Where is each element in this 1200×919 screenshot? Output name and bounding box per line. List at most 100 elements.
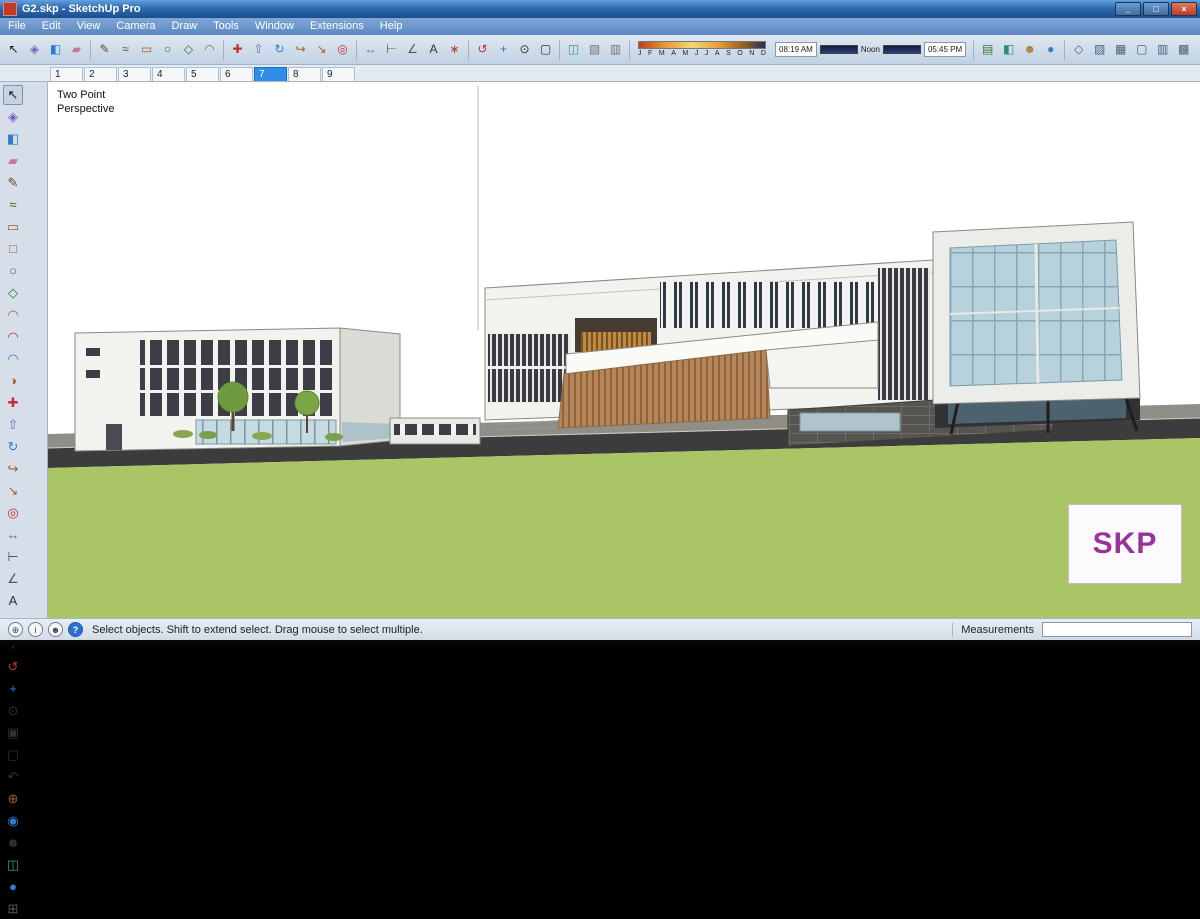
- zoom-tool-icon[interactable]: ⊙: [3, 701, 23, 721]
- scene-tab-7[interactable]: 7: [254, 67, 287, 81]
- eraser-icon[interactable]: ▰: [3, 151, 23, 171]
- select-tool-icon[interactable]: ↖: [4, 40, 23, 59]
- line-tool-icon[interactable]: ✎: [3, 173, 23, 193]
- select-tool-icon[interactable]: ↖: [3, 85, 23, 105]
- geolocation-tool-icon[interactable]: ●: [3, 877, 23, 897]
- dimension-tool-icon[interactable]: ⊢: [382, 40, 401, 59]
- rectangle-tool-icon[interactable]: ▭: [3, 217, 23, 237]
- polygon-tool-icon[interactable]: ◇: [3, 283, 23, 303]
- components-icon[interactable]: ▤: [978, 40, 997, 59]
- circle-tool-icon[interactable]: ○: [158, 40, 177, 59]
- scene-tab-8[interactable]: 8: [288, 67, 321, 81]
- scale-tool-icon[interactable]: ↘: [312, 40, 331, 59]
- maximize-button[interactable]: □: [1143, 2, 1169, 16]
- rotate-tool-icon[interactable]: ↻: [3, 437, 23, 457]
- protractor-tool-icon[interactable]: ∠: [403, 40, 422, 59]
- follow-me-tool-icon[interactable]: ↪: [3, 459, 23, 479]
- pan-tool-icon[interactable]: +: [3, 679, 23, 699]
- shaded-textures-style-icon[interactable]: ▩: [1174, 40, 1193, 59]
- info-icon[interactable]: i: [28, 622, 43, 637]
- viewport[interactable]: Two Point Perspective SKP: [48, 82, 1200, 618]
- menu-file[interactable]: File: [0, 18, 34, 35]
- shadow-date-widget[interactable]: JFMAMJJASOND: [638, 41, 766, 58]
- eraser-icon[interactable]: ▰: [67, 40, 86, 59]
- circle-tool-icon[interactable]: ○: [3, 261, 23, 281]
- follow-me-tool-icon[interactable]: ↪: [291, 40, 310, 59]
- model-canvas[interactable]: [48, 82, 1200, 618]
- dimension-tool-icon[interactable]: ⊢: [3, 547, 23, 567]
- scene-tab-2[interactable]: 2: [84, 67, 117, 81]
- shadow-settings-icon[interactable]: ▧: [585, 40, 604, 59]
- zoom-window-icon[interactable]: ▣: [3, 723, 23, 743]
- scale-tool-icon[interactable]: ↘: [3, 481, 23, 501]
- freehand-tool-icon[interactable]: ≈: [3, 195, 23, 215]
- move-tool-icon[interactable]: ✚: [228, 40, 247, 59]
- shadow-date-slider[interactable]: [638, 41, 766, 49]
- orbit-tool-icon[interactable]: ↺: [473, 40, 492, 59]
- measurements-input[interactable]: [1042, 622, 1192, 637]
- zoom-previous-icon[interactable]: ↶: [3, 767, 23, 787]
- look-around-icon[interactable]: ◉: [3, 811, 23, 831]
- x-ray-style-icon[interactable]: ◇: [1069, 40, 1088, 59]
- scene-tab-3[interactable]: 3: [118, 67, 151, 81]
- line-tool-icon[interactable]: ✎: [95, 40, 114, 59]
- menu-extensions[interactable]: Extensions: [302, 18, 372, 35]
- push-pull-tool-icon[interactable]: ⇧: [3, 415, 23, 435]
- materials-icon[interactable]: ◧: [999, 40, 1018, 59]
- shaded-style-icon[interactable]: ▥: [1153, 40, 1172, 59]
- axes-tool-icon[interactable]: ∗: [445, 40, 464, 59]
- menu-tools[interactable]: Tools: [205, 18, 247, 35]
- user-icon[interactable]: ☻: [48, 622, 63, 637]
- tape-measure-icon[interactable]: ↔: [3, 525, 23, 545]
- scene-tab-4[interactable]: 4: [152, 67, 185, 81]
- polygon-tool-icon[interactable]: ◇: [179, 40, 198, 59]
- three-point-arc-icon[interactable]: ◠: [3, 349, 23, 369]
- shadow-toggle-icon[interactable]: ▥: [606, 40, 625, 59]
- protractor-tool-icon[interactable]: ∠: [3, 569, 23, 589]
- menu-window[interactable]: Window: [247, 18, 302, 35]
- menu-edit[interactable]: Edit: [34, 18, 69, 35]
- text-tool-icon[interactable]: A: [424, 40, 443, 59]
- freehand-tool-icon[interactable]: ≈: [116, 40, 135, 59]
- monochrome-style-icon[interactable]: ▧: [1195, 40, 1200, 59]
- walk-tool-icon[interactable]: ☻: [3, 833, 23, 853]
- geolocation-icon[interactable]: ●: [1041, 40, 1060, 59]
- push-pull-tool-icon[interactable]: ⇧: [249, 40, 268, 59]
- zoom-extents-icon[interactable]: ▢: [536, 40, 555, 59]
- scene-tab-1[interactable]: 1: [50, 67, 83, 81]
- orbit-tool-icon[interactable]: ↺: [3, 657, 23, 677]
- zoom-extents-icon[interactable]: ▢: [3, 745, 23, 765]
- zoom-tool-icon[interactable]: ⊙: [515, 40, 534, 59]
- rotate-tool-icon[interactable]: ↻: [270, 40, 289, 59]
- minimize-button[interactable]: _: [1115, 2, 1141, 16]
- scene-tab-5[interactable]: 5: [186, 67, 219, 81]
- offset-tool-icon[interactable]: ◎: [3, 503, 23, 523]
- tape-measure-icon[interactable]: ↔: [361, 40, 380, 59]
- outliner-icon[interactable]: ☻: [1020, 40, 1039, 59]
- menu-help[interactable]: Help: [372, 18, 411, 35]
- close-button[interactable]: ×: [1171, 2, 1197, 16]
- make-component-icon[interactable]: ◈: [25, 40, 44, 59]
- geolocation-status-icon[interactable]: ⊕: [8, 622, 23, 637]
- shadow-time-slider-left[interactable]: [819, 45, 858, 54]
- move-tool-icon[interactable]: ✚: [3, 393, 23, 413]
- section-plane-icon[interactable]: ◫: [564, 40, 583, 59]
- scene-tab-6[interactable]: 6: [220, 67, 253, 81]
- hidden-line-style-icon[interactable]: ▢: [1132, 40, 1151, 59]
- pie-tool-icon[interactable]: ◑: [3, 371, 23, 391]
- scene-tab-9[interactable]: 9: [322, 67, 355, 81]
- shadow-time-slider-right[interactable]: [882, 45, 921, 54]
- pan-tool-icon[interactable]: +: [494, 40, 513, 59]
- help-icon[interactable]: ?: [68, 622, 83, 637]
- arc-tool-icon[interactable]: ◠: [200, 40, 219, 59]
- paint-bucket-icon[interactable]: ◧: [46, 40, 65, 59]
- back-edges-style-icon[interactable]: ▨: [1090, 40, 1109, 59]
- paint-bucket-icon[interactable]: ◧: [3, 129, 23, 149]
- wireframe-style-icon[interactable]: ▦: [1111, 40, 1130, 59]
- menu-view[interactable]: View: [69, 18, 109, 35]
- rectangle-tool-icon[interactable]: ▭: [137, 40, 156, 59]
- text-tool-icon[interactable]: A: [3, 591, 23, 611]
- two-point-arc-icon[interactable]: ◠: [3, 327, 23, 347]
- menu-camera[interactable]: Camera: [108, 18, 163, 35]
- extensions-tool-icon[interactable]: ⊞: [3, 899, 23, 919]
